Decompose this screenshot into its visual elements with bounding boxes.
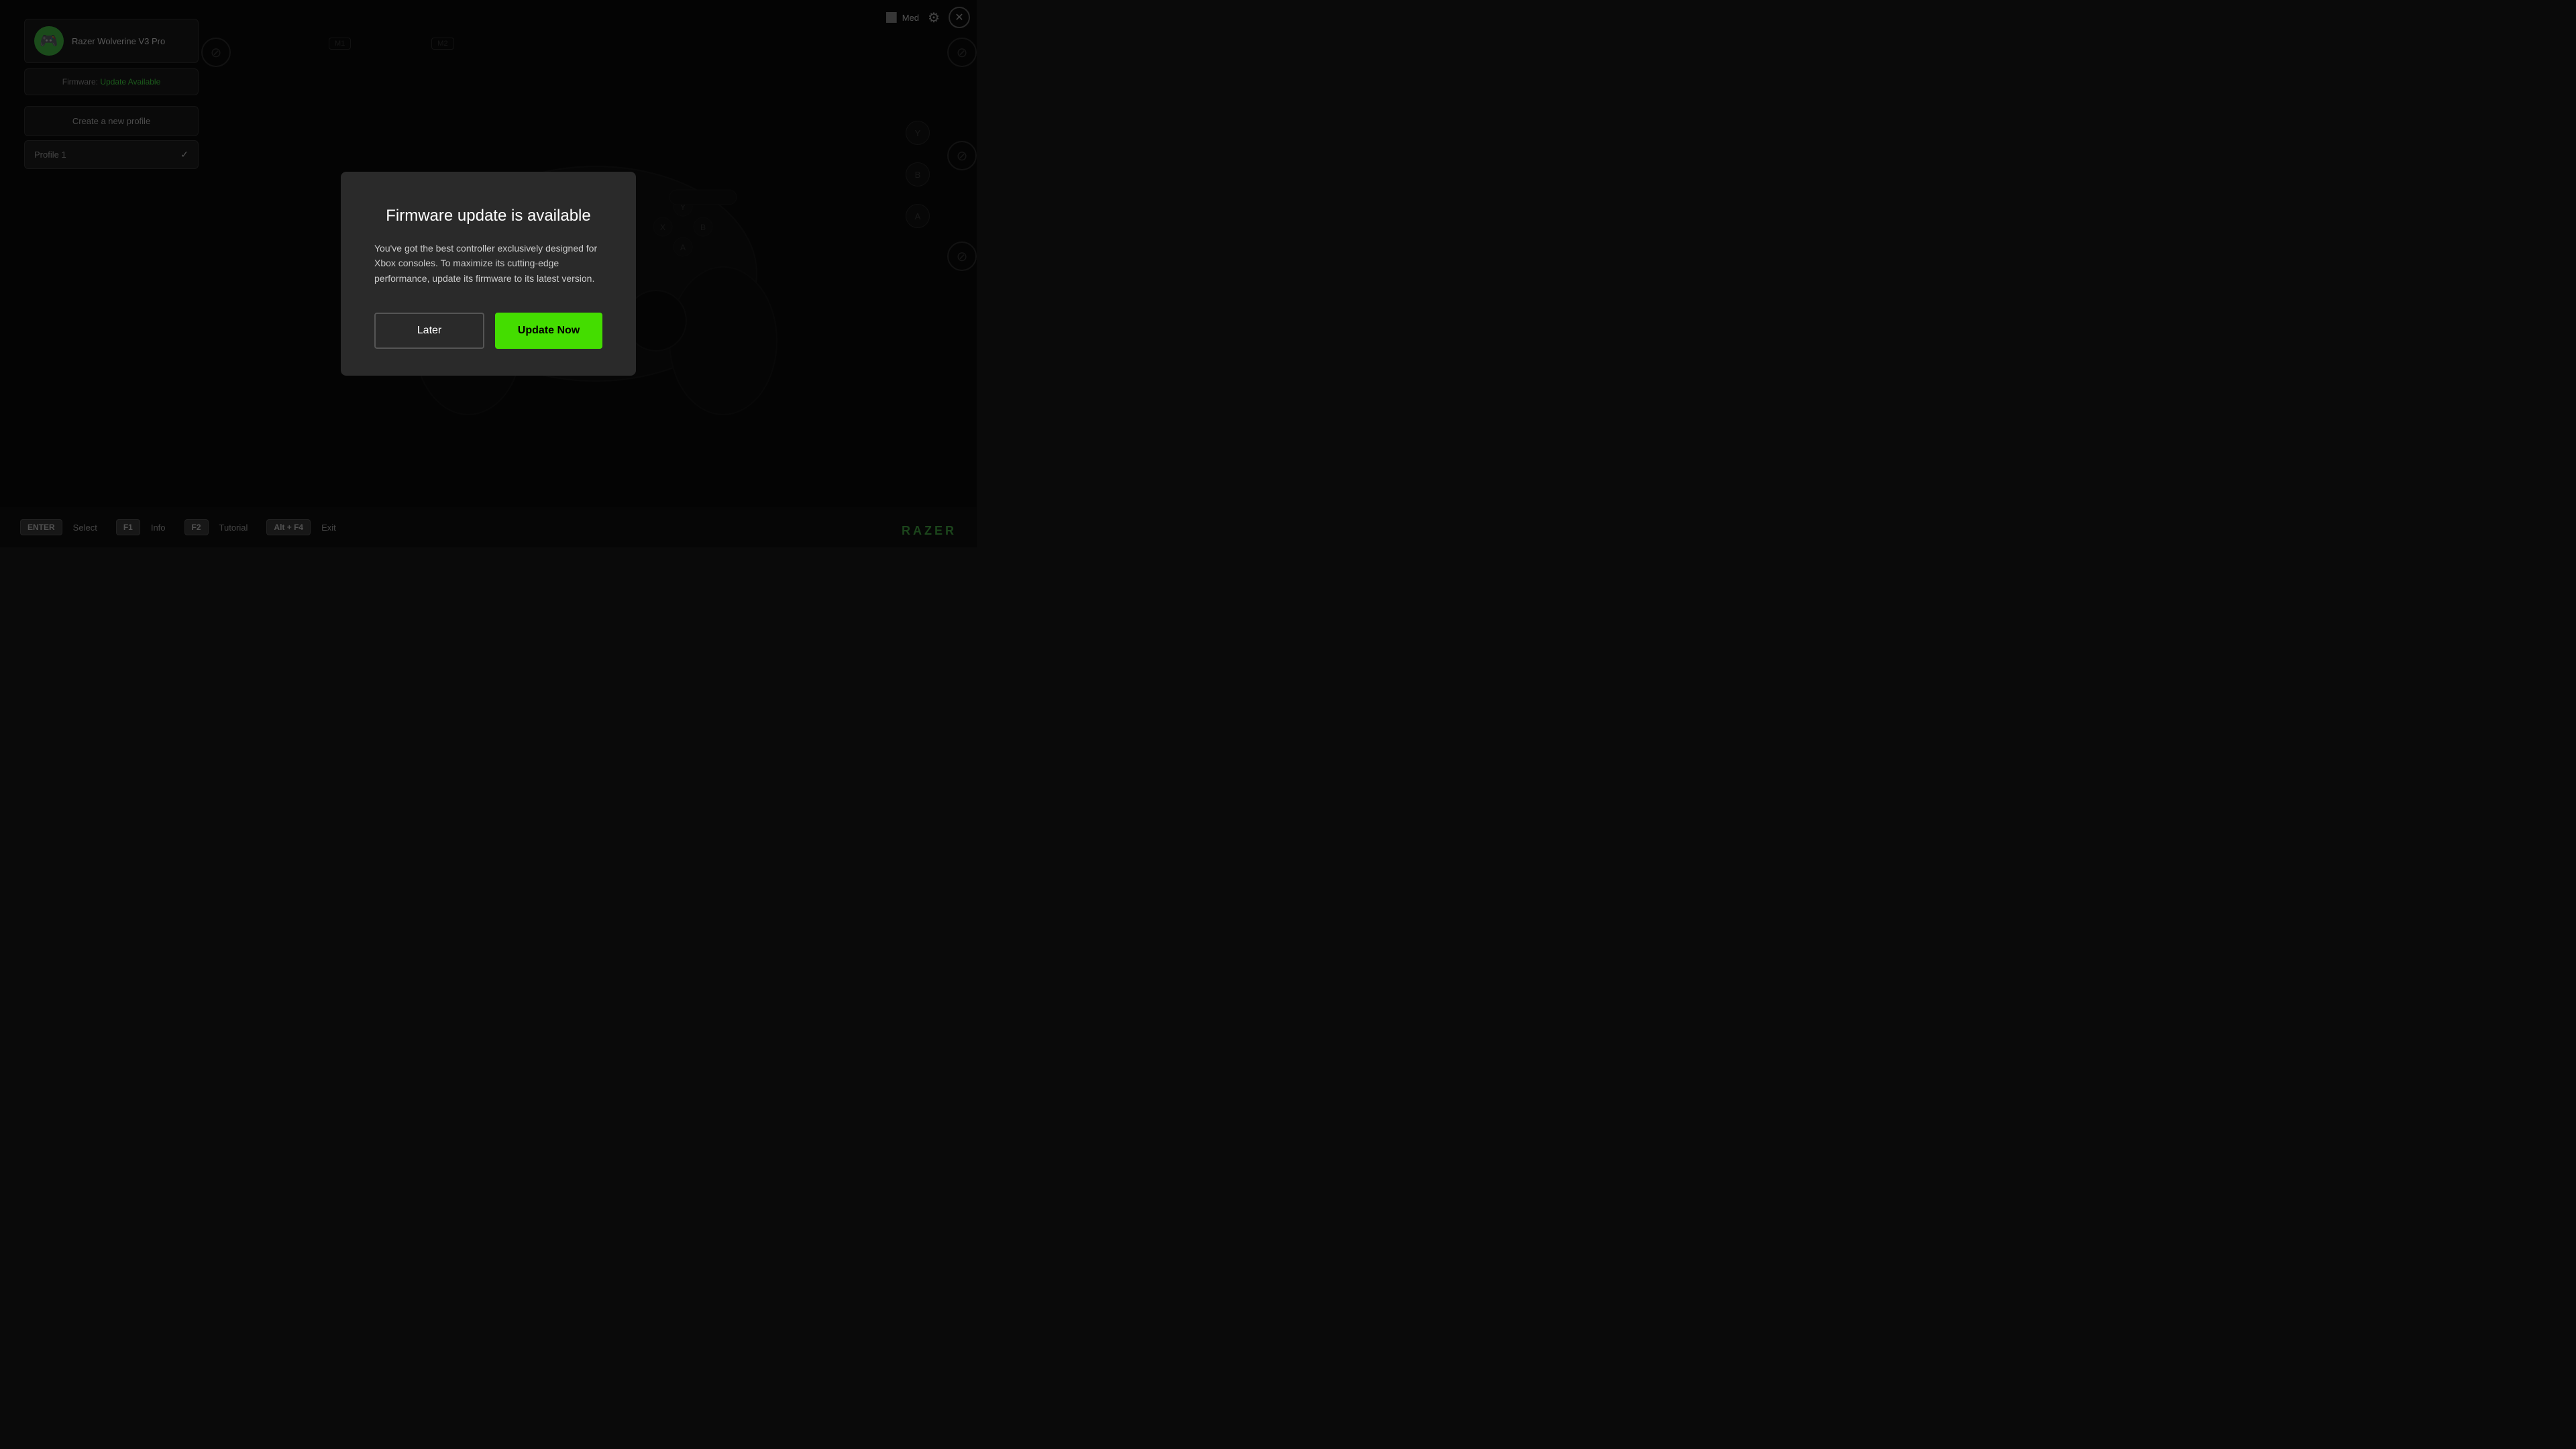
later-button[interactable]: Later xyxy=(374,313,484,349)
modal-body: You've got the best controller exclusive… xyxy=(374,241,602,286)
modal-backdrop: Firmware update is available You've got … xyxy=(0,0,977,547)
modal-title: Firmware update is available xyxy=(374,205,602,226)
modal-buttons: Later Update Now xyxy=(374,313,602,349)
firmware-update-modal: Firmware update is available You've got … xyxy=(341,172,636,376)
update-now-button[interactable]: Update Now xyxy=(495,313,602,349)
